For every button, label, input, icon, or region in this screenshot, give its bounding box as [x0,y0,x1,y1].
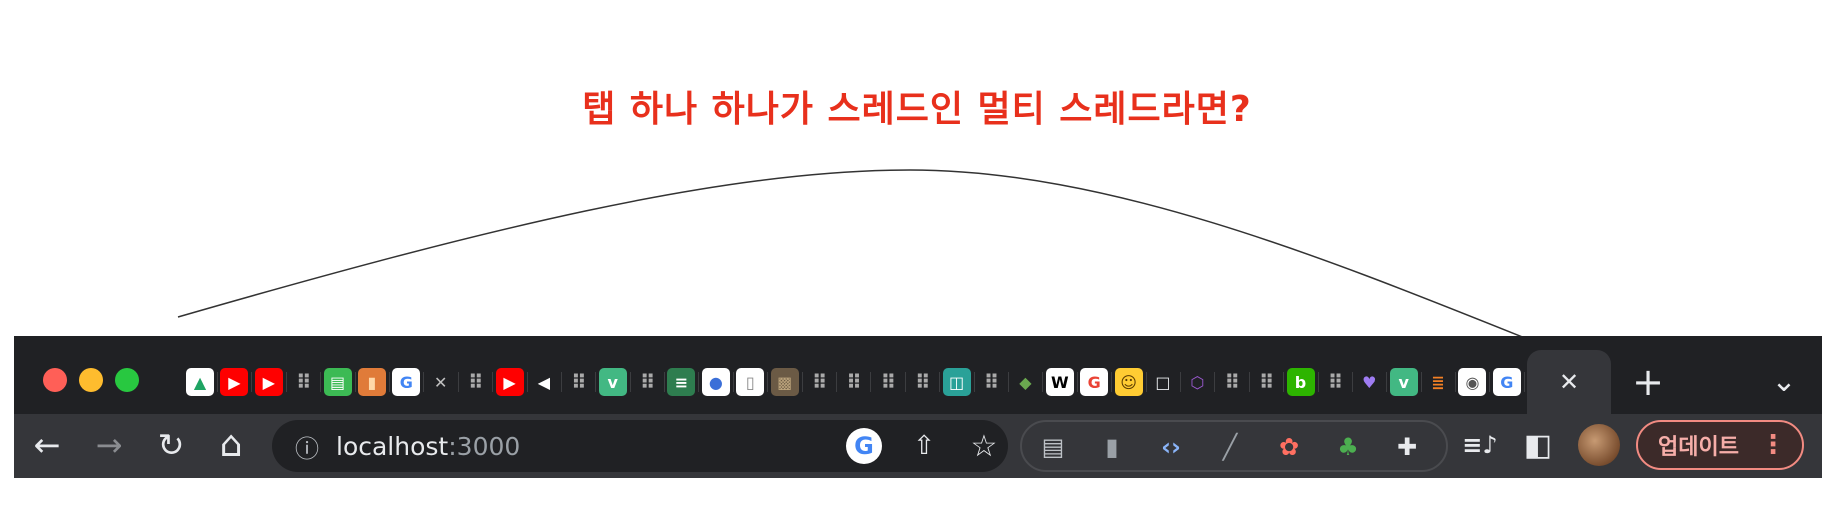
youtube-icon[interactable]: ▶ [254,368,287,396]
url-host: localhost [336,432,449,461]
update-label: 업데이트 [1658,435,1739,460]
google-icon[interactable]: G [1492,368,1525,396]
extensions-area: ▤ ▮ ‹› ╱ ✿ ♣ ✚ [1020,420,1448,472]
share-icon[interactable]: ⇧ [906,428,942,464]
blog-icon[interactable]: b [1286,368,1319,396]
tab-favicon-list: ▲ ▶ ▶ ⠿ ▤ ▮ G ✕ ⠿ ▶ ◀ ⠿ v ⠿ ≡ ● ▯ ▩ ⠿ ⠿ ⠿ ⠿ ◫ ⠿ ◆ W G ☺ □ ⬡ ⠿ ⠿ b ⠿ ♥ v ≣ ◉ G [186,364,1527,400]
loading-dots-icon[interactable]: ⠿ [461,368,494,396]
loading-dots-icon[interactable]: ⠿ [839,368,872,396]
loading-dots-icon[interactable]: ⠿ [289,368,322,396]
tools-icon[interactable]: ✕ [427,368,459,396]
close-window-button[interactable] [43,368,67,392]
wikipedia-icon[interactable]: W [1045,368,1078,396]
bug-icon[interactable]: ✿ [1270,428,1308,466]
tree-icon[interactable]: ♣ [1329,428,1367,466]
back-button[interactable]: ← [24,422,70,468]
turtle-icon[interactable]: ◆ [1011,368,1044,396]
speaker-icon[interactable]: ◀ [530,368,562,396]
media-control-icon[interactable]: ≡♪ [1460,424,1500,466]
stackoverflow-icon[interactable]: ≣ [1424,368,1457,396]
active-tab[interactable]: ✕ [1527,350,1611,414]
loading-dots-icon[interactable]: ⠿ [805,368,838,396]
profile-avatar[interactable] [1578,424,1620,466]
loading-dots-icon[interactable]: ⠿ [564,368,597,396]
chrome-icon[interactable]: ◉ [1458,368,1491,396]
grid-app-icon[interactable]: ◫ [942,368,975,396]
chat-icon[interactable]: ▤ [323,368,356,396]
vuejs-icon[interactable]: v [1389,368,1422,396]
loading-dots-icon[interactable]: ⠿ [633,368,666,396]
zoom-window-button[interactable] [115,368,139,392]
dropper-icon[interactable]: ╱ [1211,428,1249,466]
headline-title: 탭 하나 하나가 스레드인 멀티 스레드라면? [582,89,1252,130]
site-info-icon[interactable]: ⓘ [292,430,322,463]
blank-page-icon[interactable]: □ [1149,368,1181,396]
update-button[interactable]: 업데이트 ⋮ [1636,420,1804,470]
stack-icon[interactable]: ≡ [667,368,700,396]
tab-search-chevron-icon[interactable]: ⌄ [1764,356,1804,406]
close-tab-icon[interactable]: ✕ [1559,368,1579,396]
vuejs-icon[interactable]: v [598,368,631,396]
address-bar[interactable]: ⓘ localhost:3000 G ⇧ ☆ [272,420,1008,472]
puzzle-icon[interactable]: ✚ [1388,428,1426,466]
bookmark-star-icon[interactable]: ☆ [966,426,1002,466]
badge-icon[interactable]: ● [701,368,734,396]
book-icon[interactable]: ▮ [357,368,390,396]
url-port: :3000 [448,432,521,461]
loading-dots-icon[interactable]: ⠿ [874,368,906,396]
menu-dots-icon[interactable]: ⋮ [1760,430,1786,460]
arc-curve [177,169,1531,341]
loading-dots-icon[interactable]: ⠿ [977,368,1009,396]
tab-strip: ▲ ▶ ▶ ⠿ ▤ ▮ G ✕ ⠿ ▶ ◀ ⠿ v ⠿ ≡ ● ▯ ▩ ⠿ ⠿ ⠿ ⠿ ◫ ⠿ ◆ W G ☺ □ ⬡ ⠿ ⠿ b ⠿ ♥ v ≣ ◉ G … [14,336,1822,414]
graphql-icon[interactable]: ⬡ [1183,368,1216,396]
home-button[interactable]: ⌂ [208,420,254,468]
minimize-window-button[interactable] [79,368,103,392]
loading-dots-icon[interactable]: ⠿ [1252,368,1285,396]
mouse-icon[interactable]: ▮ [1093,428,1131,466]
loading-dots-icon[interactable]: ⠿ [1321,368,1353,396]
google-lens-icon[interactable]: G [846,428,882,464]
youtube-icon[interactable]: ▶ [495,368,528,396]
reader-mode-icon[interactable]: ▤ [1034,428,1072,466]
loading-dots-icon[interactable]: ⠿ [908,368,941,396]
google-icon[interactable]: G [392,368,425,396]
heart-shield-icon[interactable]: ♥ [1355,368,1388,396]
paper-icon[interactable]: ▯ [736,368,769,396]
new-tab-button[interactable]: + [1618,354,1678,410]
forward-button[interactable]: → [86,422,132,468]
photo-icon[interactable]: ▩ [770,368,803,396]
youtube-icon[interactable]: ▶ [220,368,253,396]
google-icon[interactable]: G [1080,368,1113,396]
smiley-icon[interactable]: ☺ [1114,368,1147,396]
browser-window: ▲ ▶ ▶ ⠿ ▤ ▮ G ✕ ⠿ ▶ ◀ ⠿ v ⠿ ≡ ● ▯ ▩ ⠿ ⠿ ⠿ ⠿ ◫ ⠿ ◆ W G ☺ □ ⬡ ⠿ ⠿ b ⠿ ♥ v ≣ ◉ G … [14,336,1822,478]
side-panel-icon[interactable]: ◧ [1518,424,1558,466]
reload-button[interactable]: ↻ [148,422,194,468]
code-brackets-icon[interactable]: ‹› [1152,428,1190,466]
google-drive-icon[interactable]: ▲ [186,368,218,396]
toolbar: ← → ↻ ⌂ ⓘ localhost:3000 G ⇧ ☆ ▤ ▮ ‹› ╱ ✿ ♣ ✚ … [14,414,1822,478]
url-text[interactable]: localhost:3000 [336,432,520,461]
loading-dots-icon[interactable]: ⠿ [1218,368,1250,396]
